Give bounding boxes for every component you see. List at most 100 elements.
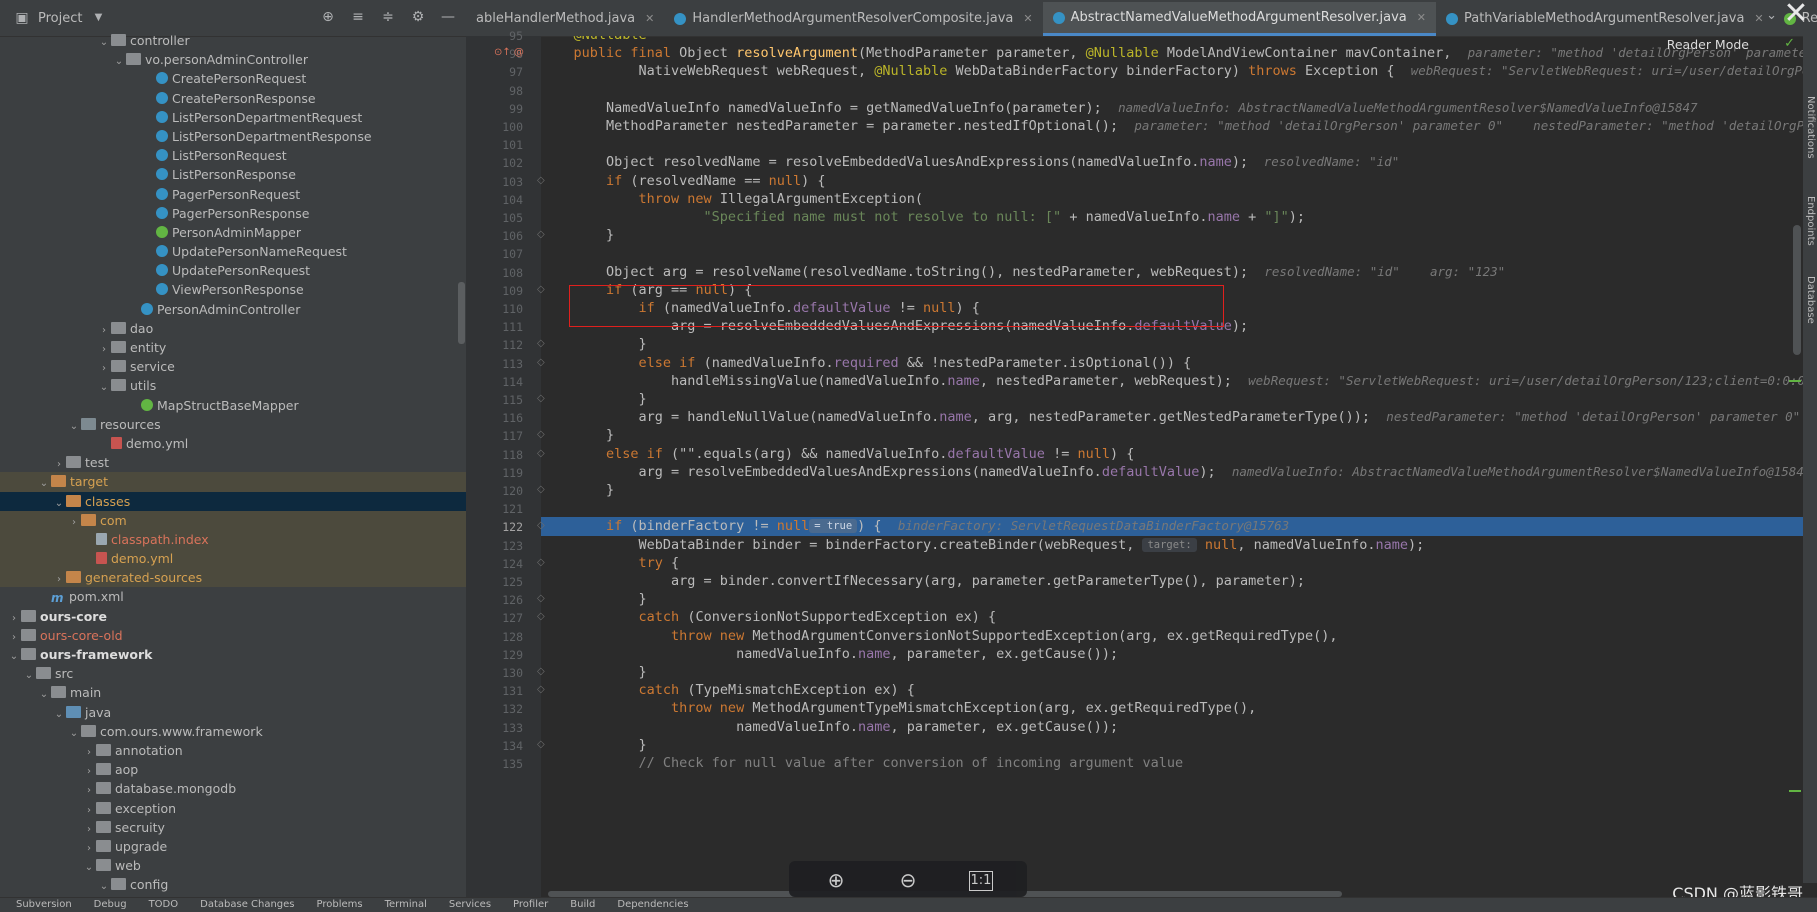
tree-item[interactable]: ⌄ web	[0, 856, 466, 875]
tree-item[interactable]: ViewPersonResponse	[0, 280, 466, 299]
code-line[interactable]: WebDataBinder binder = binderFactory.cre…	[541, 536, 1803, 554]
tree-item[interactable]: demo.yml	[0, 549, 466, 569]
tree-item[interactable]: PagerPersonRequest	[0, 185, 466, 204]
collapse-all-icon[interactable]: ≑	[380, 9, 396, 25]
tool-window-button[interactable]: Debug	[94, 898, 127, 912]
tool-window-button[interactable]: TODO	[149, 898, 179, 912]
chevron-down-icon[interactable]: ⌄	[67, 724, 81, 743]
tree-item[interactable]: ⌄ ours-framework	[0, 645, 466, 664]
tab-close-icon[interactable]: ✕	[1023, 2, 1032, 36]
reader-mode-label[interactable]: Reader Mode	[1667, 37, 1749, 52]
code-line[interactable]: MethodParameter nestedParameter = parame…	[541, 117, 1803, 135]
expand-all-icon[interactable]: ≡	[350, 9, 366, 25]
code-line[interactable]: if (binderFactory != null = true) { binde…	[541, 517, 1803, 536]
tool-window-button[interactable]: Database Changes	[200, 898, 294, 912]
tree-item[interactable]: MapStructBaseMapper	[0, 396, 466, 415]
fold-icon[interactable]: ◇	[537, 484, 545, 495]
code-line[interactable]: arg = resolveEmbeddedValuesAndExpression…	[541, 463, 1803, 481]
chevron-right-icon[interactable]: ›	[82, 743, 96, 762]
code-line[interactable]: NativeWebRequest webRequest, @Nullable W…	[541, 62, 1803, 80]
chevron-right-icon[interactable]: ›	[52, 455, 66, 474]
code-line[interactable]	[541, 135, 1803, 153]
fold-icon[interactable]: ◇	[537, 684, 545, 695]
editor-tab[interactable]: PathVariableMethodArgumentResolver.java ✕	[1436, 2, 1774, 36]
code-line[interactable]: namedValueInfo.name, parameter, ex.getCa…	[541, 718, 1803, 736]
tree-item[interactable]: › database.mongodb	[0, 779, 466, 798]
code-line[interactable]: if (resolvedName == null) {	[541, 172, 1803, 190]
chevron-down-icon[interactable]: ⌄	[67, 417, 81, 436]
chevron-down-icon[interactable]: ▼	[90, 10, 106, 26]
code-line[interactable]: @Nullable	[541, 36, 1803, 44]
code-line[interactable]: // Check for null value after conversion…	[541, 754, 1803, 772]
code-line[interactable]: "Specified name must not resolve to null…	[541, 208, 1803, 226]
code-line[interactable]: Object resolvedName = resolveEmbeddedVal…	[541, 153, 1803, 171]
chevron-right-icon[interactable]: ›	[97, 340, 111, 359]
chevron-down-icon[interactable]: ⌄	[112, 52, 126, 71]
tree-item[interactable]: classpath.index	[0, 529, 466, 550]
close-icon[interactable]: ✕	[1781, 0, 1811, 30]
tree-item[interactable]: ⌄ target	[0, 472, 466, 492]
chevron-right-icon[interactable]: ›	[97, 359, 111, 378]
hide-panel-icon[interactable]: —	[440, 9, 456, 25]
tool-window-button[interactable]: Dependencies	[617, 898, 688, 912]
code-line[interactable]: }	[541, 335, 1803, 353]
chevron-right-icon[interactable]: ›	[52, 570, 66, 589]
chevron-down-icon[interactable]: ⌄	[37, 685, 51, 704]
actual-size-button[interactable]: 1:1	[969, 871, 993, 891]
tree-item[interactable]: ⌄ com.ours.www.framework	[0, 722, 466, 741]
tree-item[interactable]: CreatePersonRequest	[0, 69, 466, 88]
chevron-right-icon[interactable]: ›	[7, 609, 21, 628]
chevron-right-icon[interactable]: ›	[82, 762, 96, 781]
code-line[interactable]: }	[541, 226, 1803, 244]
tree-item[interactable]: ⌄ java	[0, 703, 466, 722]
fold-icon[interactable]: ◇	[537, 284, 545, 295]
tree-item[interactable]: m pom.xml	[0, 587, 466, 606]
tree-item[interactable]: PersonAdminController	[0, 300, 466, 319]
tree-item[interactable]: › secruity	[0, 818, 466, 837]
fold-icon[interactable]: ◇	[537, 338, 545, 349]
editor-vertical-scrollbar[interactable]	[1793, 225, 1801, 355]
tree-item[interactable]: ⌄ controller	[0, 31, 466, 50]
code-line[interactable]: try {	[541, 554, 1803, 572]
tree-item[interactable]: › annotation	[0, 741, 466, 760]
code-line[interactable]: else if ("".equals(arg) && namedValueInf…	[541, 445, 1803, 463]
code-line[interactable]: }	[541, 481, 1803, 499]
fold-icon[interactable]: ◇	[537, 393, 545, 404]
tab-close-icon[interactable]: ✕	[1754, 2, 1763, 36]
code-line[interactable]: throw new IllegalArgumentException(	[541, 190, 1803, 208]
chevron-down-icon[interactable]: ⌄	[97, 33, 111, 52]
code-line[interactable]: namedValueInfo.name, parameter, ex.getCa…	[541, 645, 1803, 663]
code-line[interactable]: arg = binder.convertIfNecessary(arg, par…	[541, 572, 1803, 590]
tree-item[interactable]: ListPersonResponse	[0, 165, 466, 184]
chevron-right-icon[interactable]: ›	[82, 781, 96, 800]
chevron-right-icon[interactable]: ›	[67, 513, 81, 532]
fold-icon[interactable]: ◇	[537, 593, 545, 604]
tree-item[interactable]: PersonAdminMapper	[0, 223, 466, 242]
tree-item[interactable]: PagerPersonResponse	[0, 204, 466, 223]
tabs-more-icon[interactable]: ⌄	[1766, 8, 1777, 23]
database-tool[interactable]: Database	[1805, 276, 1816, 324]
tree-item[interactable]: › com	[0, 510, 466, 532]
code-line[interactable]: }	[541, 426, 1803, 444]
code-line[interactable]: }	[541, 590, 1803, 608]
code-line[interactable]: NamedValueInfo namedValueInfo = getNamed…	[541, 99, 1803, 117]
line-number[interactable]: 135	[466, 754, 523, 775]
tree-item[interactable]: ⌄ main	[0, 683, 466, 702]
zoom-in-icon[interactable]: ⊕	[823, 867, 849, 893]
tree-item[interactable]: demo.yml	[0, 434, 466, 453]
tree-item[interactable]: UpdatePersonNameRequest	[0, 242, 466, 261]
tab-close-icon[interactable]: ✕	[645, 2, 654, 36]
code-line[interactable]: throw new MethodArgumentConversionNotSup…	[541, 627, 1803, 645]
tree-item[interactable]: ⌄ vo.personAdminController	[0, 50, 466, 69]
code-line[interactable]	[541, 499, 1803, 517]
chevron-right-icon[interactable]: ›	[82, 839, 96, 858]
fold-icon[interactable]: ◇	[537, 611, 545, 622]
tree-item[interactable]: › ours-core-old	[0, 626, 466, 645]
code-line[interactable]: }	[541, 736, 1803, 754]
chevron-down-icon[interactable]: ⌄	[22, 666, 36, 685]
tree-item[interactable]: ⌄ classes	[0, 491, 466, 511]
project-panel-title[interactable]: Project	[38, 11, 82, 26]
tree-item[interactable]: ⌄ utils	[0, 376, 466, 395]
fold-icon[interactable]: ◇	[537, 739, 545, 750]
tree-item[interactable]: ⌄ config	[0, 875, 466, 894]
